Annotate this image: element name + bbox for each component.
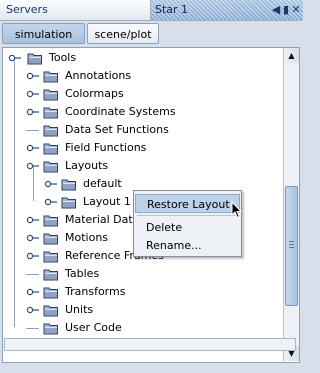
tree-item-label: Motions [65, 231, 109, 244]
tree-item-label: Layout 1 [83, 195, 131, 208]
folder-icon [43, 322, 59, 335]
tree-item-tables[interactable]: Tables [3, 265, 283, 283]
expand-handle-icon[interactable] [25, 211, 41, 229]
tree-item-label: User Code [65, 321, 122, 334]
tree-item-annotations[interactable]: Annotations [3, 67, 283, 85]
tree-item-data-set-functions[interactable]: Data Set Functions [3, 121, 283, 139]
expand-handle-icon[interactable] [25, 139, 41, 157]
tree-item-label: Transforms [65, 285, 126, 298]
grip-icon [289, 241, 294, 249]
star-title[interactable]: Star 1 [155, 3, 188, 16]
expand-handle-icon[interactable] [43, 175, 59, 193]
expand-handle-icon[interactable] [7, 49, 23, 67]
folder-icon [43, 88, 59, 101]
expand-handle-icon[interactable] [25, 85, 41, 103]
tree-item-label: Tables [65, 267, 100, 280]
folder-icon [43, 214, 59, 227]
tab-strip: simulation scene/plot [0, 21, 302, 47]
expand-handle-icon[interactable] [25, 67, 41, 85]
folder-icon [61, 196, 77, 209]
tree-connector [25, 265, 41, 283]
tree-item-tools[interactable]: Tools [3, 49, 283, 67]
tab-scene-plot[interactable]: scene/plot [87, 23, 159, 44]
tree-item-colormaps[interactable]: Colormaps [3, 85, 283, 103]
tab-simulation[interactable]: simulation [2, 23, 85, 44]
folder-icon [43, 70, 59, 83]
tree-item-units[interactable]: Units [3, 301, 283, 319]
tree-item-label: default [83, 177, 122, 190]
folder-icon [43, 106, 59, 119]
expand-handle-icon[interactable] [25, 229, 41, 247]
tree-item-label: Layouts [65, 159, 109, 172]
folder-icon [61, 178, 77, 191]
tree-item-label: Coordinate Systems [65, 105, 176, 118]
menu-separator [137, 215, 238, 216]
folder-icon [43, 232, 59, 245]
mouse-pointer-icon [231, 201, 243, 219]
expand-handle-icon[interactable] [25, 283, 41, 301]
folder-icon [27, 52, 43, 65]
expand-handle-icon[interactable] [25, 301, 41, 319]
vertical-scrollbar[interactable]: ▲ ▼ [283, 48, 299, 361]
tree-item-label: Annotations [65, 69, 132, 82]
folder-icon [43, 286, 59, 299]
tree-item-user-code[interactable]: User Code [3, 319, 283, 337]
tree-item-coordinate-systems[interactable]: Coordinate Systems [3, 103, 283, 121]
scroll-up-arrow-icon[interactable]: ▲ [284, 48, 299, 63]
expand-handle-icon[interactable] [25, 157, 41, 175]
folder-icon [43, 304, 59, 317]
folder-icon [43, 250, 59, 263]
star-title-tab[interactable]: Star 1 ◀ ▮ ✕ [150, 0, 303, 20]
menu-item-delete[interactable]: Delete [135, 218, 240, 237]
expand-handle-icon[interactable] [25, 247, 41, 265]
horizontal-scrollbar[interactable] [4, 338, 296, 351]
tree-connector [25, 121, 41, 139]
expand-handle-icon[interactable] [43, 193, 59, 211]
tree-item-label: Tools [49, 51, 77, 64]
folder-icon [43, 160, 59, 173]
expand-handle-icon[interactable] [25, 103, 41, 121]
tree-item-field-functions[interactable]: Field Functions [3, 139, 283, 157]
close-icon[interactable]: ✕ [289, 3, 303, 17]
title-bar: Servers Star 1 ◀ ▮ ✕ [0, 0, 303, 21]
scrollbar-thumb[interactable] [285, 186, 298, 306]
tree-item-label: Material Data [65, 213, 140, 226]
tree-item-label: Units [65, 303, 94, 316]
servers-title[interactable]: Servers [6, 3, 48, 16]
tree-item-transforms[interactable]: Transforms [3, 283, 283, 301]
folder-icon [43, 268, 59, 281]
menu-item-rename[interactable]: Rename... [135, 236, 240, 255]
folder-icon [43, 124, 59, 137]
tree-item-label: Field Functions [65, 141, 147, 154]
folder-icon [43, 142, 59, 155]
menu-item-restore-layout[interactable]: Restore Layout [135, 194, 240, 213]
context-menu: Restore Layout Delete Rename... [133, 190, 242, 257]
tree-item-layouts[interactable]: Layouts [3, 157, 283, 175]
tree-item-label: Colormaps [65, 87, 124, 100]
tree-item-label: Data Set Functions [65, 123, 169, 136]
tree-connector [25, 319, 41, 337]
